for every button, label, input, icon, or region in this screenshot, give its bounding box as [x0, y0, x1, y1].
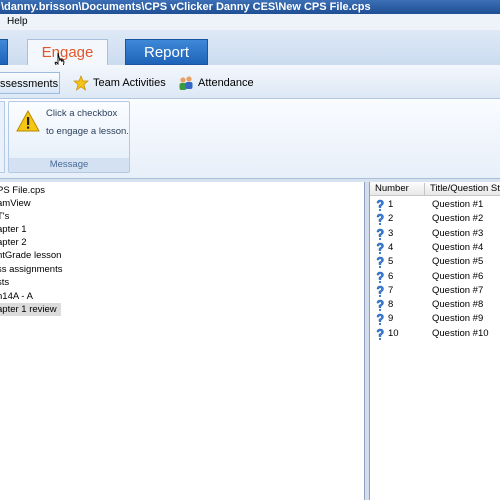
question-mark-icon — [376, 214, 384, 226]
question-row[interactable]: 7 Question #7 — [370, 284, 500, 298]
question-row[interactable]: 3 Question #3 — [370, 227, 500, 241]
tree-item[interactable]: ntGrade lesson — [0, 249, 65, 262]
question-mark-icon — [376, 328, 384, 340]
question-list: Number Title/Question Ste 1 Question #1 2 Q… — [369, 182, 500, 500]
question-number: 9 — [388, 313, 394, 325]
question-mark-icon — [376, 228, 384, 240]
question-row[interactable]: 2 Question #2 — [370, 212, 500, 226]
tree-item-selected[interactable]: apter 1 review — [0, 303, 61, 316]
tab-engage[interactable]: Engage — [27, 39, 108, 66]
ribbon-panel: Click a checkbox to engage a lesson. Mes… — [0, 99, 500, 179]
question-number: 7 — [388, 284, 394, 296]
question-title: Question #4 — [432, 241, 484, 253]
question-mark-icon — [376, 199, 384, 211]
question-title: Question #9 — [432, 313, 484, 325]
tab-file[interactable] — [0, 39, 8, 65]
subtab-assessments-label: ssessments — [0, 78, 59, 90]
warning-icon — [16, 110, 40, 132]
ribbon-tab-strip: Engage Report — [0, 30, 500, 66]
question-row[interactable]: 4 Question #4 — [370, 241, 500, 255]
question-mark-icon — [376, 271, 384, 283]
question-number: 2 — [388, 213, 394, 225]
subtab-team-activities[interactable]: Team Activities — [73, 72, 166, 94]
question-row[interactable]: 5 Question #5 — [370, 255, 500, 269]
question-row[interactable]: 9 Question #9 — [370, 312, 500, 326]
menu-bar: Help — [0, 14, 500, 30]
tree-item[interactable]: amView — [0, 197, 35, 210]
column-header-title[interactable]: Title/Question Ste — [430, 182, 500, 196]
message-line-1: Click a checkbox — [46, 108, 118, 119]
people-icon — [179, 76, 193, 91]
question-number: 3 — [388, 227, 394, 239]
question-title: Question #7 — [432, 284, 484, 296]
subtab-attendance-label: Attendance — [198, 77, 254, 89]
subtab-attendance[interactable]: Attendance — [178, 72, 254, 94]
question-list-header: Number Title/Question Ste — [370, 182, 500, 196]
question-title: Question #2 — [432, 213, 484, 225]
question-row[interactable]: 1 Question #1 — [370, 198, 500, 212]
tree-item[interactable]: PS File.cps — [0, 184, 49, 197]
message-line-2: to engage a lesson. — [46, 126, 129, 137]
tree-item[interactable]: T's — [0, 210, 13, 223]
question-number: 6 — [388, 270, 394, 282]
column-header-number[interactable]: Number — [375, 182, 409, 196]
tab-report[interactable]: Report — [125, 39, 208, 65]
tree-item[interactable]: apter 2 — [0, 236, 31, 249]
question-mark-icon — [376, 299, 384, 312]
question-number: 8 — [388, 299, 394, 311]
question-title: Question #8 — [432, 299, 484, 311]
column-separator[interactable] — [424, 183, 425, 195]
question-mark-icon — [376, 314, 384, 326]
question-number: 4 — [388, 241, 394, 253]
star-icon — [73, 75, 89, 91]
menu-help[interactable]: Help — [7, 14, 28, 30]
ribbon-subtab-strip: ssessments Team Activities Attendance — [0, 65, 500, 99]
tree-item[interactable]: apter 1 — [0, 223, 31, 236]
question-mark-icon — [376, 256, 384, 269]
question-row[interactable]: 8 Question #8 — [370, 298, 500, 312]
question-number: 5 — [388, 256, 394, 268]
tree-item[interactable]: sts — [0, 276, 13, 289]
question-row[interactable]: 6 Question #6 — [370, 270, 500, 284]
window-title-bar: \danny.brisson\Documents\CPS vClicker Da… — [0, 0, 500, 14]
question-number: 1 — [388, 199, 394, 210]
ribbon-group-partial — [0, 101, 5, 173]
tree-item[interactable]: n14A - A — [0, 290, 37, 303]
window-title: \danny.brisson\Documents\CPS vClicker Da… — [1, 1, 371, 13]
question-mark-icon — [376, 285, 384, 297]
question-number: 10 — [388, 327, 399, 339]
question-title: Question #5 — [432, 256, 484, 268]
question-title: Question #10 — [432, 327, 489, 339]
subtab-assessments[interactable]: ssessments — [0, 72, 60, 94]
question-title: Question #1 — [432, 199, 484, 210]
question-row[interactable]: 10 Question #10 — [370, 327, 500, 341]
subtab-team-activities-label: Team Activities — [93, 77, 166, 89]
lesson-tree: PS File.cps amView T's apter 1 apter 2 n… — [0, 182, 365, 500]
question-mark-icon — [376, 242, 384, 254]
tree-item[interactable]: ss assignments — [0, 263, 66, 276]
message-group-caption: Message — [9, 158, 129, 172]
question-title: Question #3 — [432, 227, 484, 239]
message-group: Click a checkbox to engage a lesson. Mes… — [8, 101, 130, 173]
question-title: Question #6 — [432, 270, 484, 282]
